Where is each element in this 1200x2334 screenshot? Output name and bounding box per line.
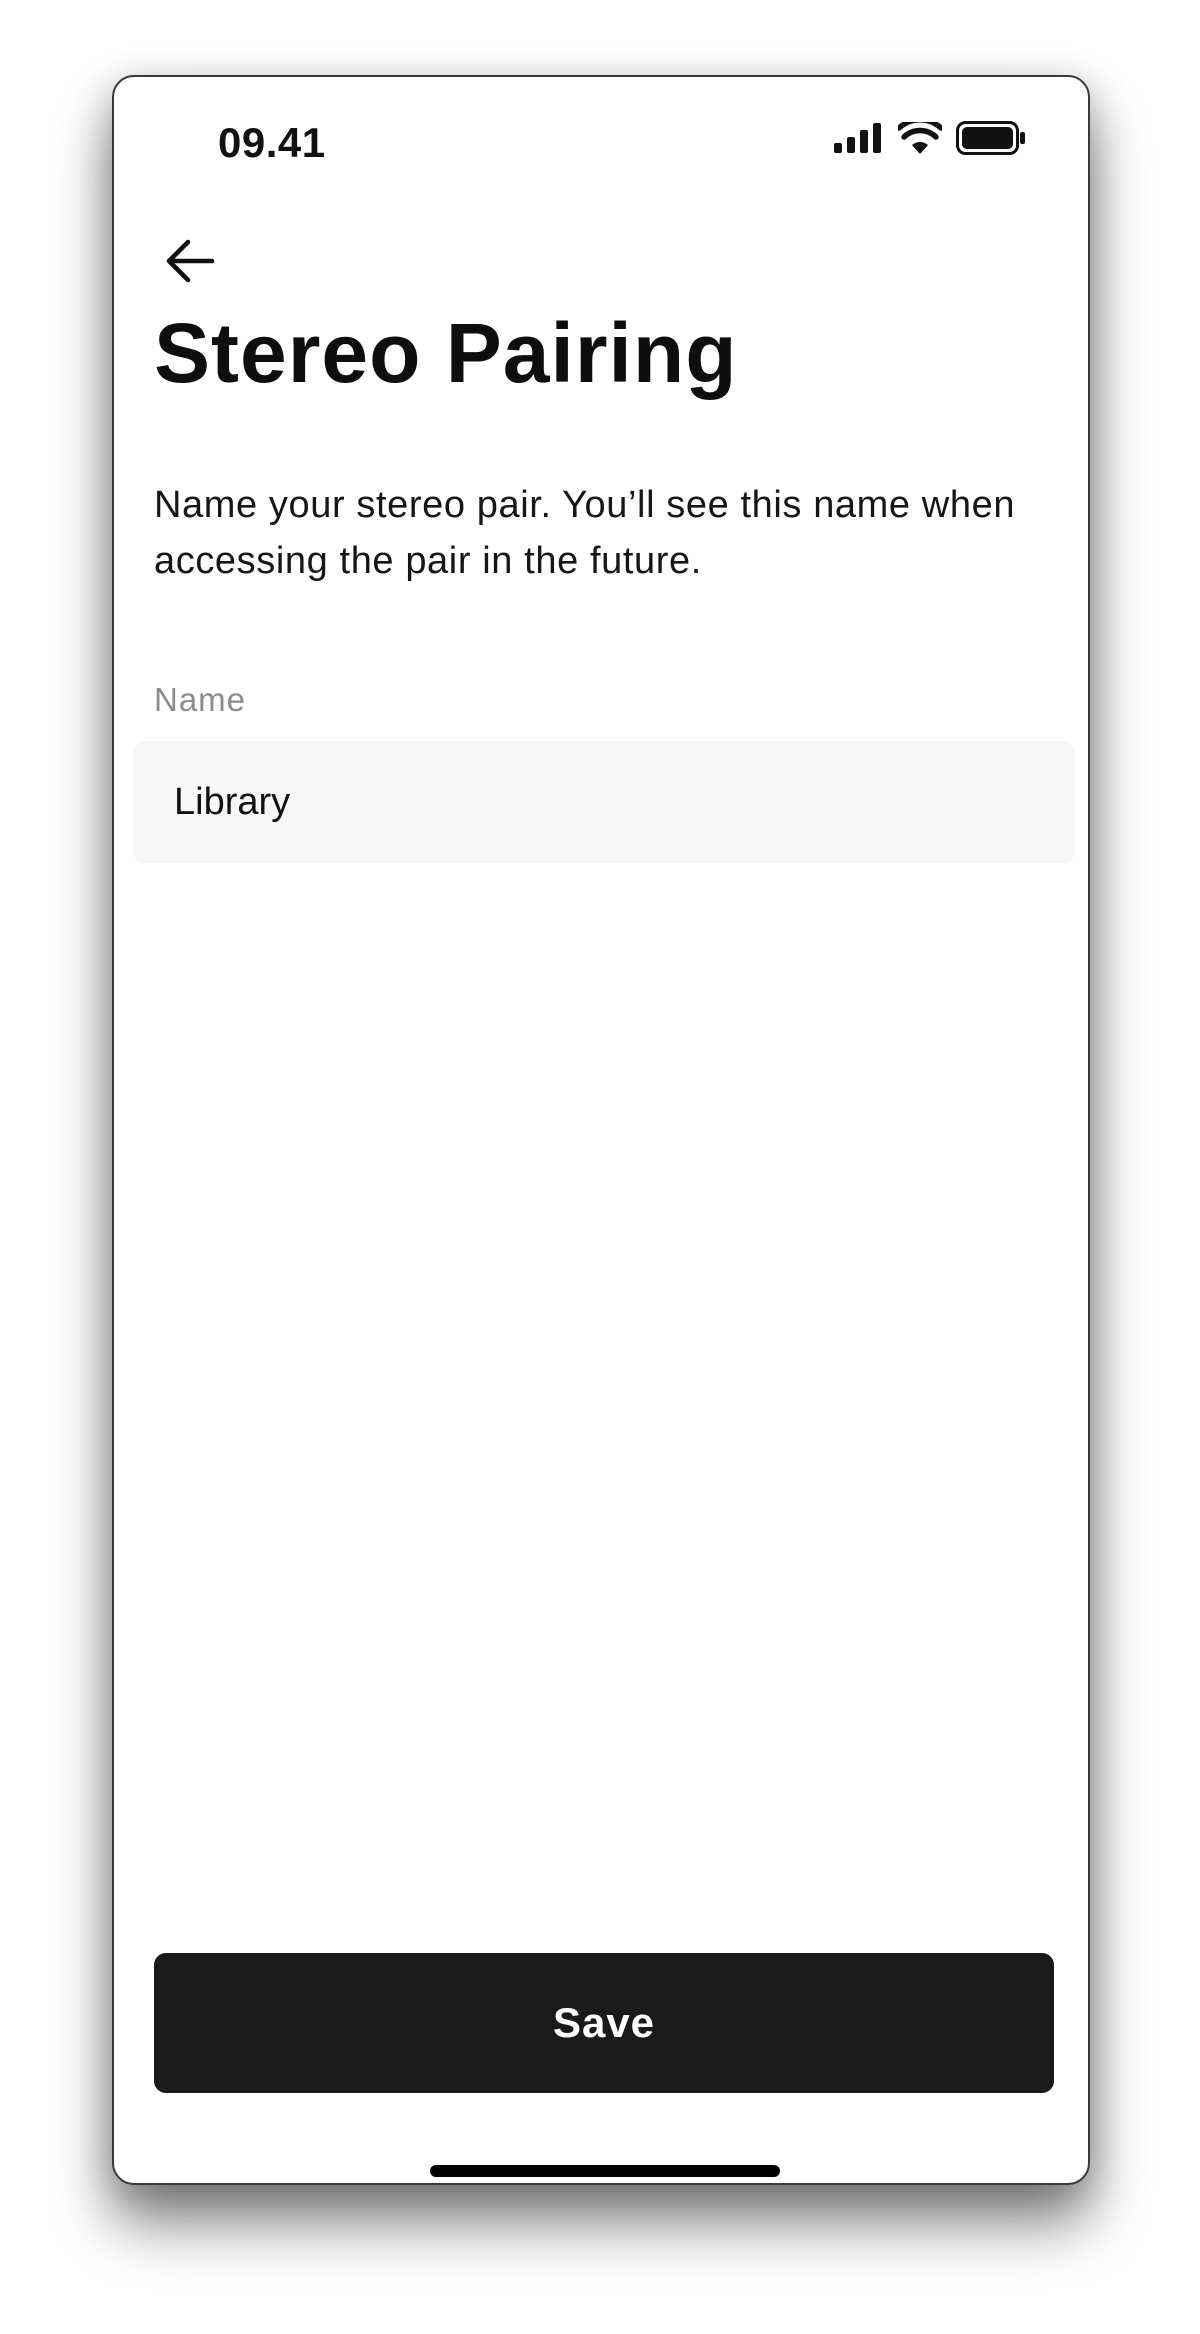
status-bar: 09.41	[114, 77, 1088, 187]
screenshot-stage: 09.41 Stereo Pairing Name your stereo pa…	[0, 0, 1200, 2334]
name-field-label: Name	[154, 681, 247, 718]
description-text: Name your stereo pair. You’ll see this n…	[154, 484, 1016, 582]
battery-icon	[956, 121, 1026, 155]
cellular-signal-icon	[834, 123, 884, 153]
save-button[interactable]: Save	[154, 1953, 1054, 2093]
wifi-icon	[896, 117, 944, 154]
status-time: 09.41	[218, 119, 326, 166]
arrow-left-icon	[164, 239, 216, 288]
page-title: Stereo Pairing	[154, 306, 738, 400]
home-indicator	[430, 2165, 780, 2177]
status-icons	[834, 117, 1026, 155]
name-input[interactable]	[134, 741, 1074, 863]
back-button[interactable]	[150, 223, 230, 303]
phone-frame: 09.41 Stereo Pairing Name your stereo pa…	[112, 75, 1090, 2185]
